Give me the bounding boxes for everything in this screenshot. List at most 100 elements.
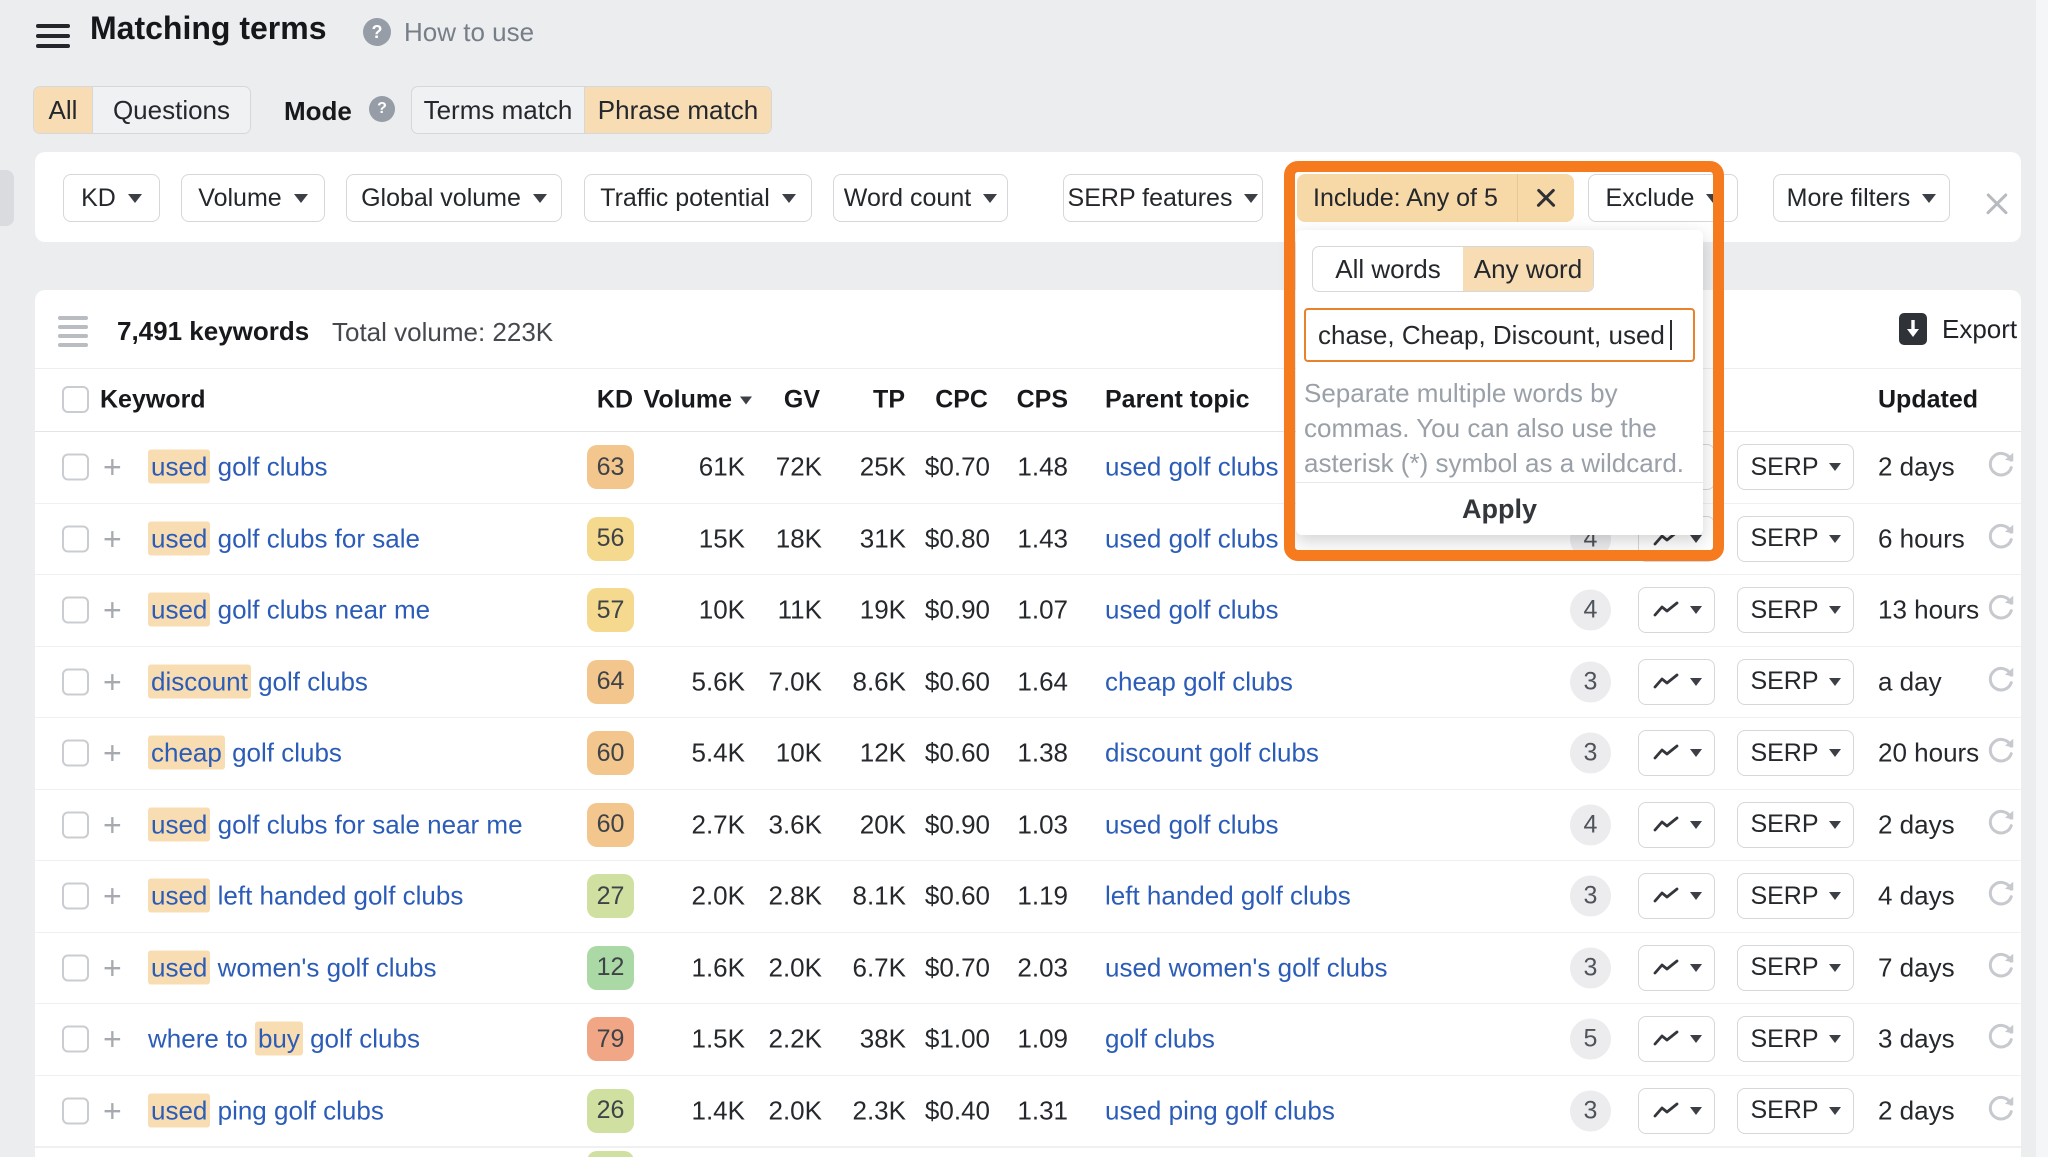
parent-topic-link[interactable]: used golf clubs [1105,452,1278,483]
col-volume[interactable]: Volume [640,386,752,415]
col-tp[interactable]: TP [835,386,905,415]
help-icon[interactable]: ? [363,18,391,46]
parent-topic-link[interactable]: cheap golf clubs [1105,666,1293,697]
parent-topic-link[interactable]: used golf clubs [1105,523,1278,554]
col-keyword[interactable]: Keyword [100,386,206,415]
filter-exclude-button[interactable]: Exclude [1588,174,1738,222]
keyword-link[interactable]: used golf clubs near me [148,595,430,626]
trend-chart-button[interactable] [1638,873,1715,919]
all-words-option[interactable]: All words [1313,247,1463,291]
keyword-link[interactable]: used left handed golf clubs [148,881,463,912]
filter-word-count-button[interactable]: Word count [833,174,1008,222]
keyword-link[interactable]: used golf clubs [148,452,327,483]
add-to-list-icon[interactable]: + [103,1095,122,1127]
tab-terms-match[interactable]: Terms match [412,87,584,133]
serp-button[interactable]: SERP [1737,1088,1854,1134]
include-terms-input[interactable] [1304,308,1695,362]
filter-volume-button[interactable]: Volume [181,174,325,222]
row-checkbox[interactable] [62,883,89,910]
refresh-icon[interactable] [1986,950,2016,985]
apply-button[interactable]: Apply [1296,483,1703,535]
parent-topic-link[interactable]: discount golf clubs [1105,738,1319,769]
serp-button[interactable]: SERP [1737,945,1854,991]
add-to-list-icon[interactable]: + [103,451,122,483]
list-view-icon[interactable] [58,316,88,352]
row-checkbox[interactable] [62,740,89,767]
add-to-list-icon[interactable]: + [103,666,122,698]
export-button[interactable]: Export [1898,312,2017,346]
filter-kd-button[interactable]: KD [63,174,160,222]
serp-button[interactable]: SERP [1737,873,1854,919]
refresh-icon[interactable] [1986,593,2016,628]
filter-global-volume-button[interactable]: Global volume [346,174,562,222]
refresh-icon[interactable] [1986,664,2016,699]
filter-traffic-potential-button[interactable]: Traffic potential [584,174,812,222]
tab-phrase-match[interactable]: Phrase match [584,87,771,133]
add-to-list-icon[interactable]: + [103,809,122,841]
tab-questions[interactable]: Questions [92,87,250,133]
row-checkbox[interactable] [62,668,89,695]
col-cpc[interactable]: CPC [915,386,988,415]
keyword-link[interactable]: used ping golf clubs [148,1095,384,1126]
parent-topic-link[interactable]: used women's golf clubs [1105,952,1387,983]
parent-topic-link[interactable]: golf clubs [1105,1024,1215,1055]
keyword-link[interactable]: used golf clubs for sale [148,523,420,554]
mode-help-icon[interactable]: ? [369,96,395,122]
row-checkbox[interactable] [62,1026,89,1053]
add-to-list-icon[interactable]: + [103,880,122,912]
serp-button[interactable]: SERP [1737,659,1854,705]
select-all-checkbox[interactable] [62,386,89,413]
menu-icon[interactable] [36,24,70,50]
serp-button[interactable]: SERP [1737,1016,1854,1062]
refresh-icon[interactable] [1986,1093,2016,1128]
keyword-link[interactable]: used women's golf clubs [148,952,436,983]
col-gv[interactable]: GV [750,386,820,415]
keyword-link[interactable]: where to buy golf clubs [148,1024,420,1055]
serp-button[interactable]: SERP [1737,587,1854,633]
col-updated[interactable]: Updated [1878,386,1978,415]
filter-more-filters-button[interactable]: More filters [1773,174,1950,222]
add-to-list-icon[interactable]: + [103,523,122,555]
trend-chart-button[interactable] [1638,1016,1715,1062]
row-checkbox[interactable] [62,454,89,481]
collapsed-panel-handle[interactable] [0,170,14,226]
keyword-link[interactable]: used golf clubs for sale near me [148,809,523,840]
tab-all[interactable]: All [34,87,92,133]
refresh-icon[interactable] [1986,521,2016,556]
col-parent-topic[interactable]: Parent topic [1105,386,1249,415]
parent-topic-link[interactable]: used golf clubs [1105,595,1278,626]
keyword-link[interactable]: discount golf clubs [148,666,368,697]
include-filter-chip[interactable]: Include: Any of 5 [1297,174,1574,222]
refresh-icon[interactable] [1986,450,2016,485]
refresh-icon[interactable] [1986,807,2016,842]
trend-chart-button[interactable] [1638,587,1715,633]
col-cps[interactable]: CPS [995,386,1068,415]
parent-topic-link[interactable]: used ping golf clubs [1105,1095,1335,1126]
serp-button[interactable]: SERP [1737,730,1854,776]
trend-chart-button[interactable] [1638,659,1715,705]
page-scrollbar[interactable] [2036,0,2048,1157]
trend-chart-button[interactable] [1638,1088,1715,1134]
add-to-list-icon[interactable]: + [103,594,122,626]
row-checkbox[interactable] [62,1097,89,1124]
any-word-option[interactable]: Any word [1463,247,1593,291]
refresh-icon[interactable] [1986,736,2016,771]
row-checkbox[interactable] [62,597,89,624]
trend-chart-button[interactable] [1638,730,1715,776]
trend-chart-button[interactable] [1638,945,1715,991]
parent-topic-link[interactable]: left handed golf clubs [1105,881,1351,912]
serp-button[interactable]: SERP [1737,516,1854,562]
keyword-link[interactable]: cheap golf clubs [148,738,342,769]
include-chip-close[interactable] [1518,186,1574,210]
clear-filters-icon[interactable] [1983,190,2011,218]
add-to-list-icon[interactable]: + [103,1023,122,1055]
filter-serp-features-button[interactable]: SERP features [1063,174,1263,222]
serp-button[interactable]: SERP [1737,444,1854,490]
trend-chart-button[interactable] [1638,802,1715,848]
add-to-list-icon[interactable]: + [103,737,122,769]
row-checkbox[interactable] [62,525,89,552]
refresh-icon[interactable] [1986,1022,2016,1057]
refresh-icon[interactable] [1986,879,2016,914]
row-checkbox[interactable] [62,811,89,838]
add-to-list-icon[interactable]: + [103,952,122,984]
